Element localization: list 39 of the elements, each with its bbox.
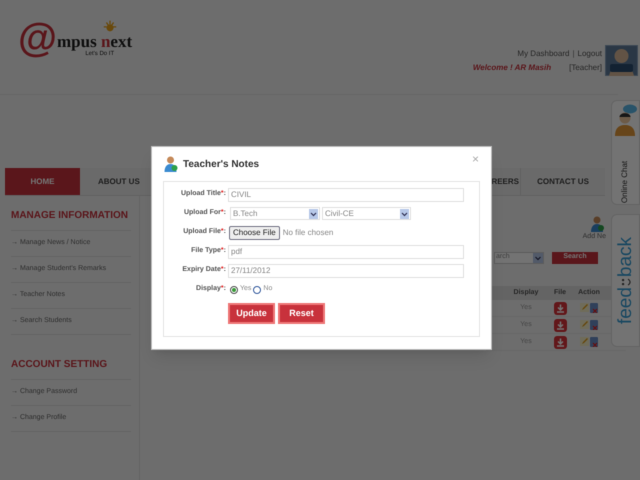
nav-tab[interactable]: HOME [5,168,80,195]
file-status: No file chosen [282,226,334,238]
delete-icon[interactable] [590,337,598,347]
feedback-tab[interactable]: feed back [611,214,640,347]
chat-person-icon [614,104,638,136]
online-chat-tab[interactable]: Online Chat [611,100,640,205]
form-button[interactable]: Reset [278,303,325,324]
person-add-icon [590,216,604,232]
download-icon[interactable] [554,336,566,348]
form-button[interactable]: Update [228,303,275,324]
pencil-icon[interactable] [580,337,589,346]
nav-tab[interactable]: CONTACT US [520,168,605,195]
text-field[interactable]: CIVIL [228,188,464,202]
logo-wordmark: mpus next [57,32,132,51]
welcome-text: Welcome ! AR Masih [472,62,552,74]
download-icon[interactable] [554,318,566,332]
text-field[interactable]: pdf [228,244,464,258]
dialog-title: Teacher's Notes [183,158,260,172]
select-field[interactable]: Civil-CE [322,207,411,220]
role-text: [Teacher] [569,62,602,74]
delete-icon[interactable] [590,303,598,313]
logo-at: @ [18,20,58,56]
select-field[interactable]: B.Tech [230,207,320,220]
text-field[interactable]: 27/11/2012 [228,264,464,278]
link-separator: | [572,48,575,60]
section-heading: ACCOUNT SETTING [11,357,131,380]
pencil-icon[interactable] [580,320,589,329]
pencil-icon[interactable] [580,303,589,312]
avatar-placeholder-icon [605,45,638,76]
choose-file-button[interactable]: Choose File [229,226,280,240]
header-link[interactable]: Logout [578,48,602,60]
section-heading: MANAGE INFORMATION [11,208,131,231]
download-icon[interactable] [554,302,566,314]
nav-tab[interactable]: REERS [491,168,520,195]
person-add-icon [163,156,178,172]
delete-icon[interactable] [590,320,598,330]
header-link[interactable]: My Dashboard [517,48,570,60]
close-button[interactable]: × [472,153,479,165]
sun-icon [102,18,118,34]
